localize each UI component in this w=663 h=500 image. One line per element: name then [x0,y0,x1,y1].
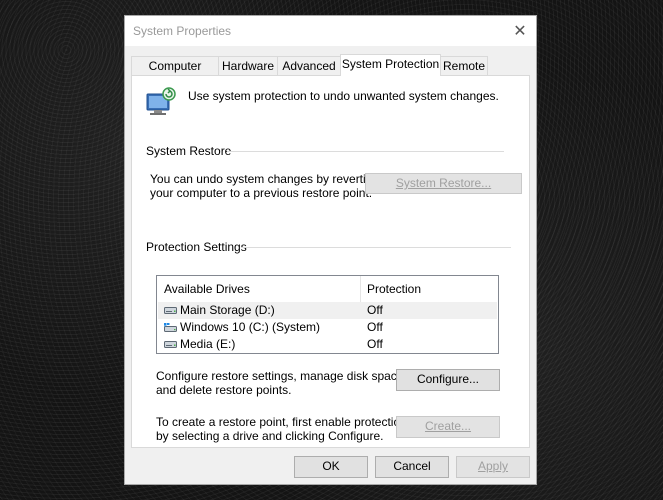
tab-system-protection[interactable]: System Protection [340,54,441,76]
drive-row-windows-10[interactable]: Windows 10 (C:) (System) Off [158,319,497,336]
system-drive-icon [164,323,177,332]
drive-name: Windows 10 (C:) (System) [180,320,321,334]
system-restore-description-line2: your computer to a previous restore poin… [150,186,373,200]
tab-advanced[interactable]: Advanced [277,56,341,75]
system-protection-icon [146,87,176,115]
tab-computer-name[interactable]: Computer Name [131,56,219,91]
close-button[interactable]: ✕ [504,16,536,46]
system-restore-button[interactable]: System Restore... [365,173,522,194]
drive-row-main-storage[interactable]: Main Storage (D:) Off [158,302,497,319]
create-button-label: Create... [424,419,472,433]
drive-protection-status: Off [367,337,383,351]
column-header-available-drives[interactable]: Available Drives [164,282,250,296]
drive-name: Media (E:) [180,337,236,351]
system-restore-description: You can undo system changes by reverting… [150,172,379,200]
hard-drive-icon [164,307,177,314]
protection-settings-heading: Protection Settings [146,240,247,254]
ok-button[interactable]: OK [294,456,368,478]
hard-drive-icon [164,341,177,348]
available-drives-list[interactable]: Available Drives Protection Main Storage… [156,275,499,354]
create-description-line1: To create a restore point, first enable … [156,415,407,429]
configure-description: Configure restore settings, manage disk … [156,369,407,397]
configure-description-line1: Configure restore settings, manage disk … [156,369,407,383]
configure-button-label: Configure... [416,372,480,386]
drive-row-media[interactable]: Media (E:) Off [158,336,497,353]
system-restore-button-label: System Restore... [395,176,492,190]
system-protection-panel: Use system protection to undo unwanted s… [131,75,530,448]
intro-text: Use system protection to undo unwanted s… [188,89,499,103]
close-icon: ✕ [513,23,527,40]
system-restore-description-line1: You can undo system changes by reverting [150,172,380,186]
create-description-line2: by selecting a drive and clicking Config… [156,429,384,443]
title-bar[interactable]: System Properties ✕ [125,16,536,46]
protection-settings-divider [241,247,511,248]
system-restore-divider [227,151,504,152]
cancel-button[interactable]: Cancel [375,456,449,478]
column-separator[interactable] [360,276,361,302]
tab-remote[interactable]: Remote [440,56,488,75]
window-title: System Properties [133,24,232,38]
apply-button[interactable]: Apply [456,456,530,478]
drives-list-header: Available Drives Protection [157,276,498,302]
tab-hardware[interactable]: Hardware [218,56,278,75]
ok-button-label: OK [322,459,340,473]
configure-button[interactable]: Configure... [396,369,500,391]
system-restore-heading: System Restore [146,144,232,158]
drive-name: Main Storage (D:) [180,303,275,317]
system-properties-dialog: System Properties ✕ Computer Name Hardwa… [124,15,537,485]
column-header-protection[interactable]: Protection [367,282,421,296]
create-button[interactable]: Create... [396,416,500,438]
create-description: To create a restore point, first enable … [156,415,407,443]
cancel-button-label: Cancel [393,459,431,473]
drive-protection-status: Off [367,320,383,334]
apply-button-label: Apply [477,459,509,473]
drive-protection-status: Off [367,303,383,317]
configure-description-line2: and delete restore points. [156,383,292,397]
